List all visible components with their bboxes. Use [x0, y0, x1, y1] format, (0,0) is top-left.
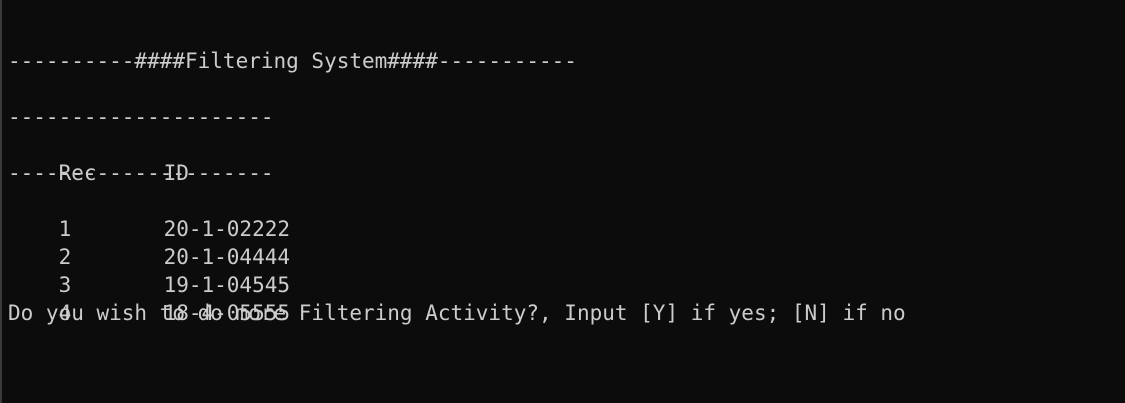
row-id: 20-1-02222: [163, 217, 291, 241]
title-banner: ----------####Filtering System####------…: [8, 49, 577, 73]
input-prompt: Do you wish to do more Filtering Activit…: [8, 301, 906, 325]
table-separator-bottom: ---------------------: [8, 161, 274, 185]
row-rec: 1: [58, 217, 72, 241]
table-row: 1 20-1-02222: [8, 187, 1125, 241]
window-border: [0, 0, 2, 403]
row-id: 19-1-04545: [163, 273, 291, 297]
row-id: 20-1-04444: [163, 245, 291, 269]
row-rec: 2: [58, 245, 72, 269]
table-header: Rec ID: [8, 131, 1125, 185]
console-window[interactable]: ----------####Filtering System####------…: [0, 0, 1125, 403]
table-separator-top: ---------------------: [8, 105, 274, 129]
row-rec: 3: [58, 273, 72, 297]
